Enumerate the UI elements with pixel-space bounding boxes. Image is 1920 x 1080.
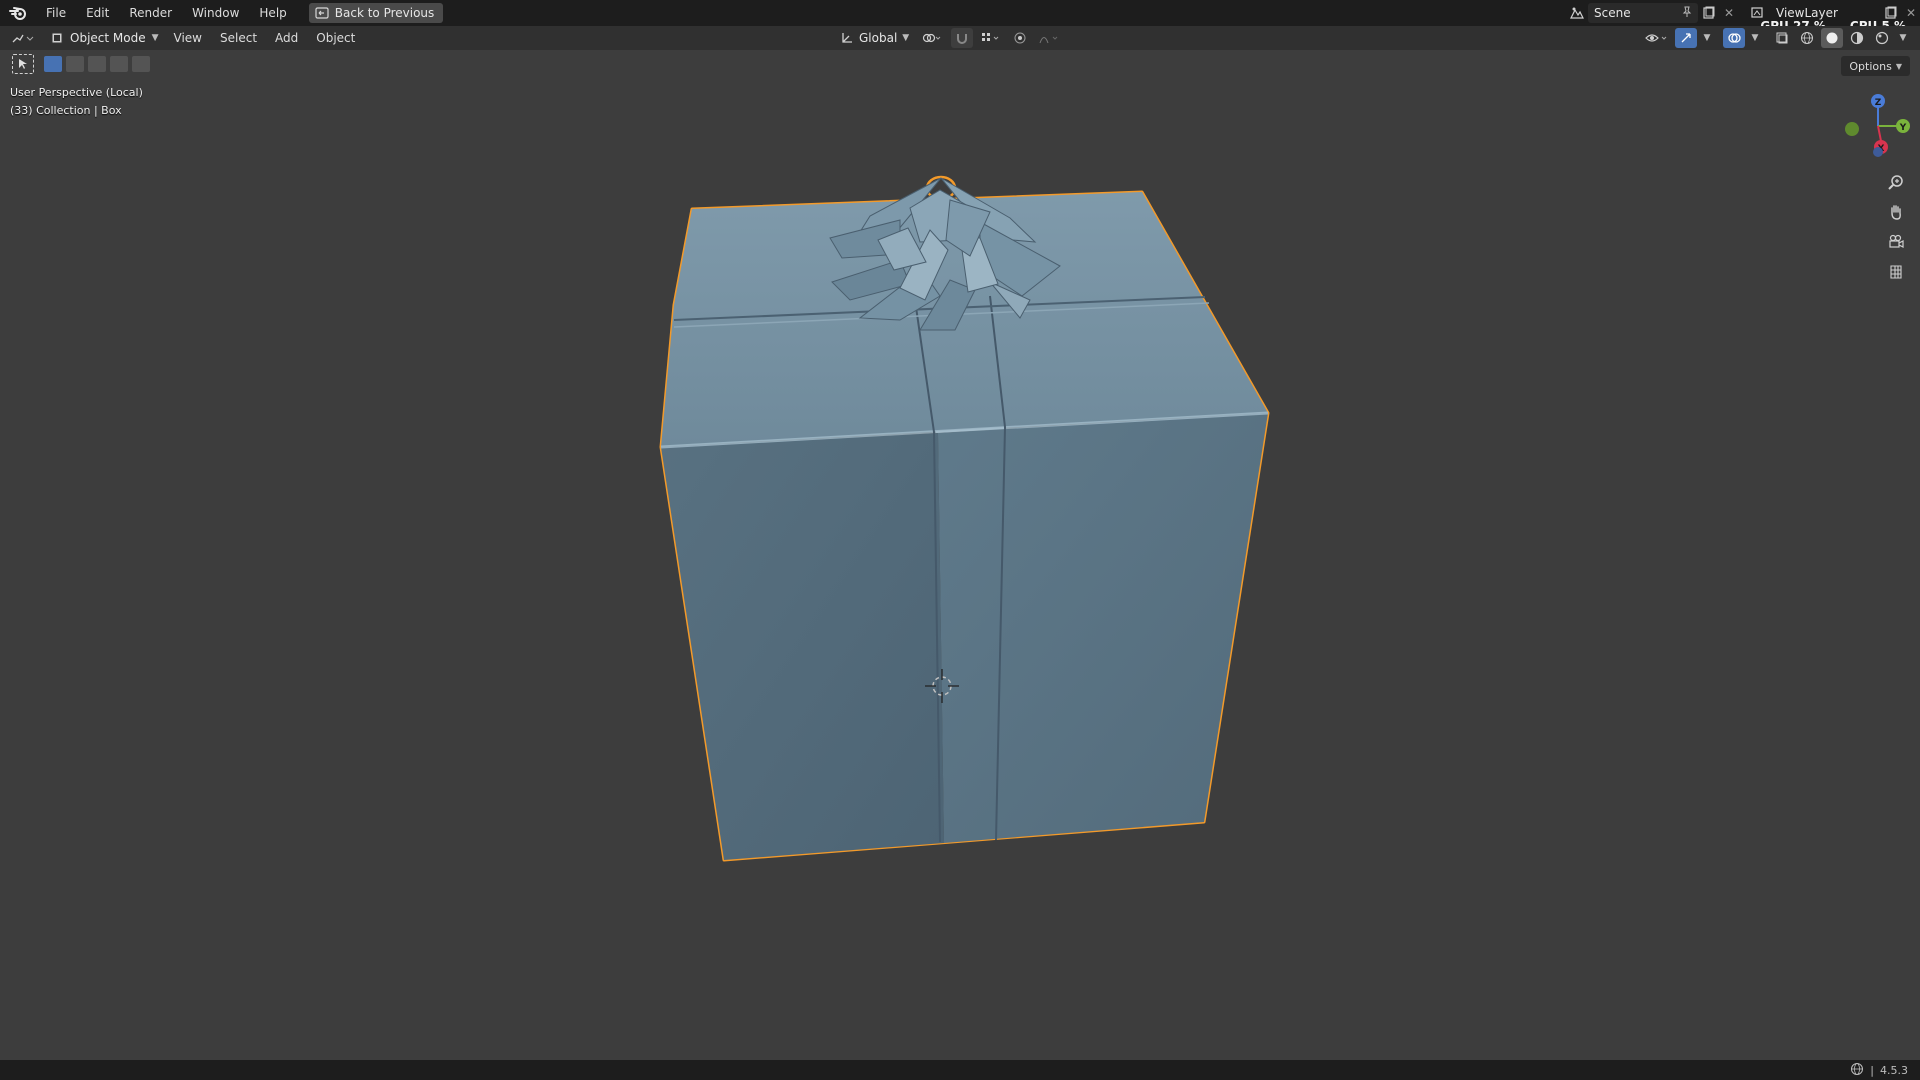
gizmo-neg-y-axis[interactable] bbox=[1845, 122, 1859, 136]
box-right-face bbox=[938, 413, 1268, 843]
network-icon bbox=[1850, 1062, 1864, 1079]
svg-text:Y: Y bbox=[1899, 123, 1907, 133]
grid-icon[interactable] bbox=[1884, 260, 1908, 284]
navigation-gizmo[interactable]: Z Y X bbox=[1830, 88, 1920, 168]
status-divider: | bbox=[1870, 1063, 1874, 1077]
gift-box[interactable] bbox=[659, 175, 1270, 862]
zoom-icon[interactable] bbox=[1884, 170, 1908, 194]
box-front-face bbox=[661, 433, 944, 860]
pan-hand-icon[interactable] bbox=[1884, 200, 1908, 224]
camera-icon[interactable] bbox=[1884, 230, 1908, 254]
version-label: 4.5.3 bbox=[1880, 1063, 1908, 1077]
gizmo-neg-z-axis[interactable] bbox=[1873, 147, 1883, 157]
svg-text:Z: Z bbox=[1875, 98, 1882, 108]
status-bar: | 4.5.3 bbox=[0, 1060, 1920, 1080]
3d-viewport[interactable] bbox=[0, 0, 1920, 1060]
